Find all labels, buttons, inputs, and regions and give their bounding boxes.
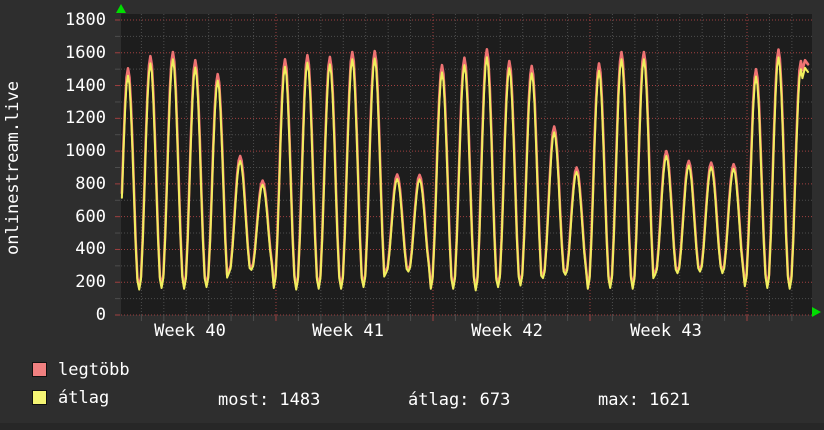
x-tick-label: Week 42 <box>471 321 543 341</box>
x-tick-label: Week 43 <box>630 321 702 341</box>
plot-area <box>115 14 812 321</box>
y-tick-label: 800 <box>75 173 106 194</box>
legend-label: legtöbb <box>58 360 130 380</box>
chart-canvas <box>115 14 812 321</box>
bottom-band <box>0 423 824 430</box>
x-tick-label: Week 41 <box>312 321 384 341</box>
y-axis-arrow-icon <box>116 4 126 13</box>
y-tick-label: 1000 <box>65 141 106 162</box>
y-tick-label: 0 <box>95 305 106 325</box>
stat-max: max: 1621 <box>598 390 691 410</box>
legend-swatch-icon <box>32 390 47 405</box>
y-tick-label: 1400 <box>65 75 106 96</box>
x-tick-label: Week 40 <box>154 321 226 341</box>
rrd-graph: onlinestream.live 1800 1600 1400 1200 1000 80… <box>0 0 824 430</box>
series-avg-line <box>120 56 809 292</box>
y-tick-label: 600 <box>75 206 106 227</box>
x-axis-arrow-icon <box>812 307 821 317</box>
legend-swatch-icon <box>32 362 47 377</box>
series-max-line <box>120 47 810 290</box>
y-tick-label: 1800 <box>65 10 106 30</box>
stat-atlag: átlag: 673 <box>408 390 511 410</box>
y-tick-label: 1200 <box>65 108 106 129</box>
stat-most: most: 1483 <box>218 390 321 410</box>
legend-label: átlag <box>58 388 110 408</box>
y-tick-label: 200 <box>75 272 106 293</box>
y-tick-label: 1600 <box>65 42 106 63</box>
y-axis-title: onlinestream.live <box>3 81 23 255</box>
y-tick-label: 400 <box>75 239 106 260</box>
